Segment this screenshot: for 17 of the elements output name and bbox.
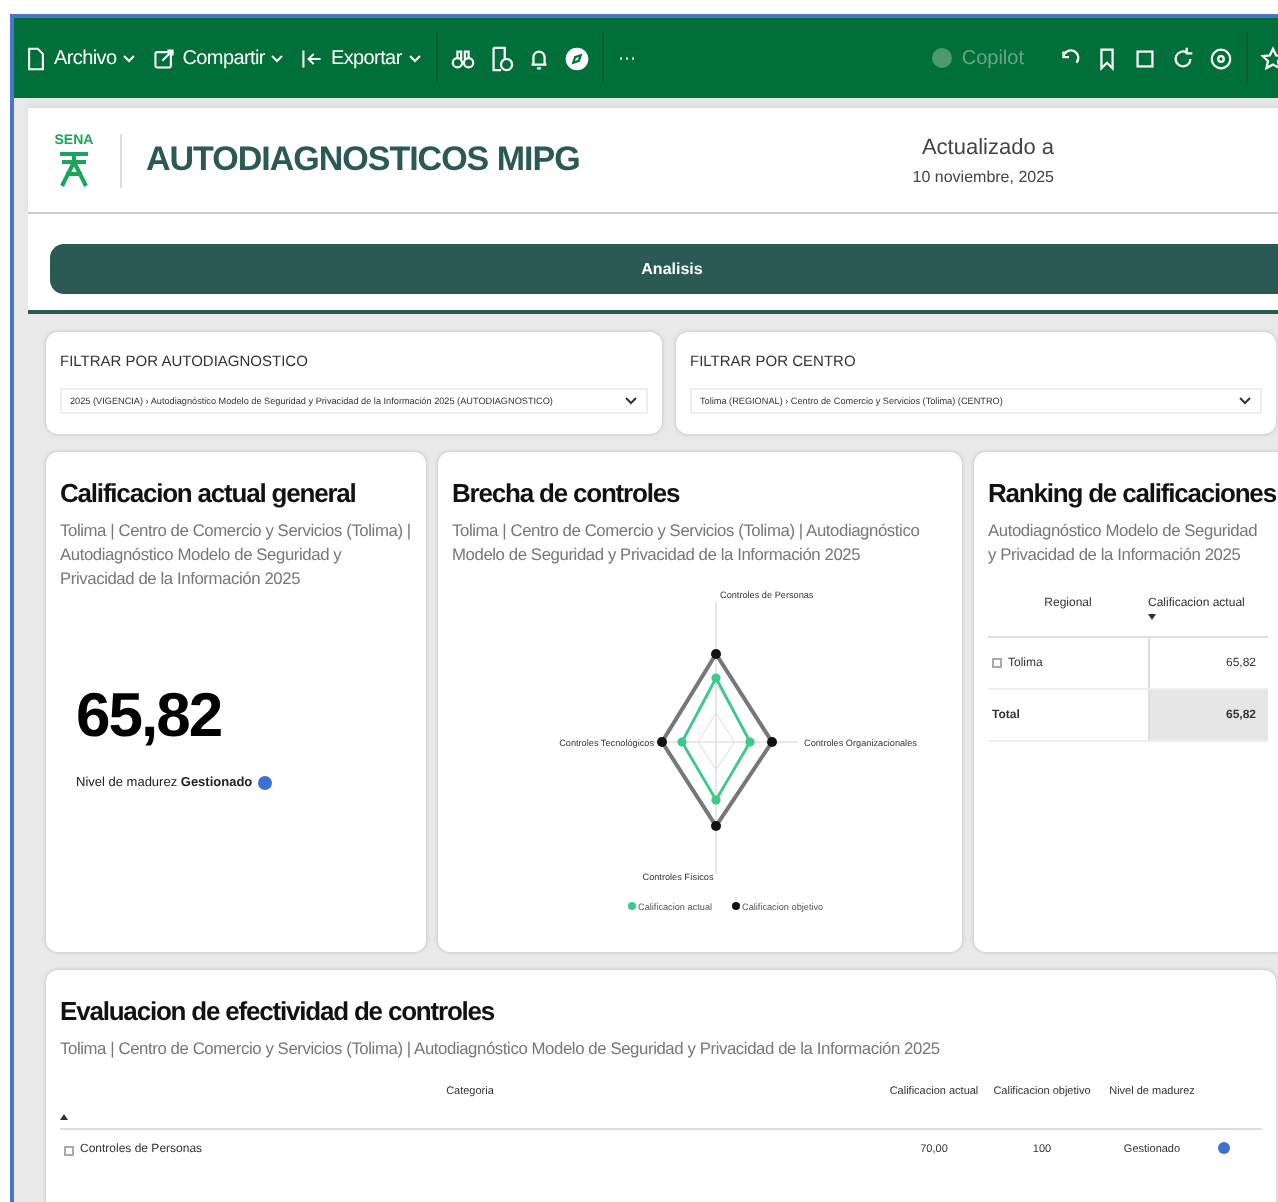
card-title: Calificacion actual general [60, 478, 358, 508]
card-title: Brecha de controles [452, 478, 682, 508]
card-subtitle: Tolima | Centro de Comercio y Servicios (Tolima) | Autodiagnóstico Modelo de Seguridad y Privacidad de la Información 2025 [60, 518, 412, 592]
card-subtitle: Tolima | Centro de Comercio y Servicios (Tolima) | Autodiagnóstico Modelo de Seguridad y Privacidad de la Información 2025 [60, 1036, 942, 1061]
card-subtitle: Autodiagnóstico Modelo de Seguridad y Privacidad de la Información 2025 [988, 518, 1260, 567]
dashboard-title: AUTODIAGNOSTICOS MIPG [146, 140, 580, 180]
more-button[interactable]: ··· [615, 47, 638, 69]
updated-label: Actualizado a [921, 135, 1054, 159]
card-title: Evaluacion de efectividad de controles [60, 996, 497, 1026]
toolbar-menu[interactable]: Archivo [22, 45, 139, 71]
toolbar-menu[interactable]: Compartir [150, 45, 287, 71]
toolbar-menu[interactable]: Exportar [298, 45, 424, 71]
nav-button[interactable]: Analisis [50, 244, 1278, 294]
score-value: 65,82 [76, 679, 224, 752]
card-title: Ranking de calificaciones [988, 478, 1276, 508]
updated-date: 10 noviembre, 2025 [912, 167, 1054, 185]
card-subtitle: Tolima | Centro de Comercio y Servicios (Tolima) | Autodiagnóstico Modelo de Seguridad y Privacidad de la Información 2025 [452, 518, 922, 567]
